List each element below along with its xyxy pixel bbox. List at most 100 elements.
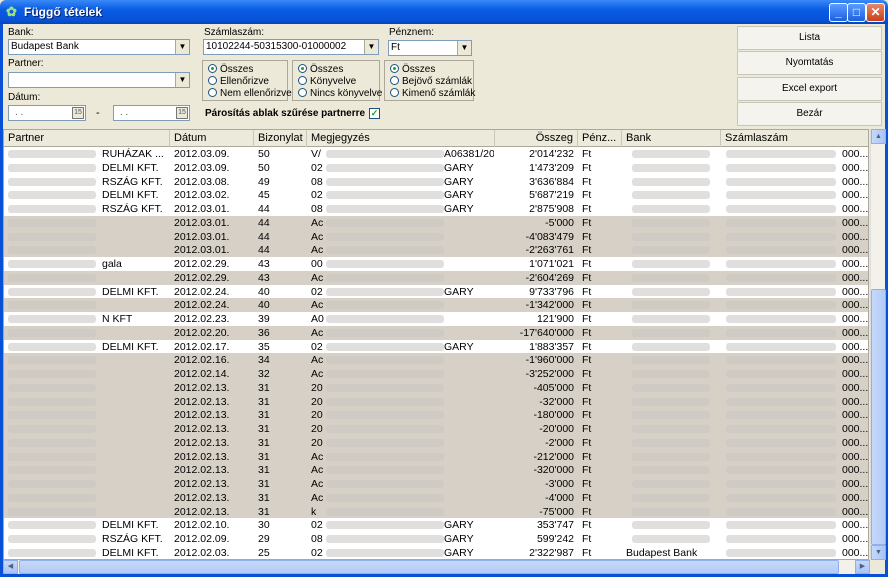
table-row[interactable]: RSZÁG KFT. 2012.03.08. 49 08 GARY 3'636'884 Ft…	[4, 175, 868, 189]
vertical-scroll-thumb[interactable]	[871, 289, 886, 545]
radio-not-verified[interactable]: Nem ellenőrizve	[208, 88, 292, 99]
column-header-amount[interactable]: Összeg	[495, 130, 578, 147]
date-from-field[interactable]: . . 15	[8, 105, 86, 121]
cell-acct_end: 000...	[842, 258, 869, 270]
close-window-button[interactable]: ✕	[866, 3, 885, 22]
table-row[interactable]: DELMI KFT. 2012.03.02. 45 02 GARY 5'687'219 Ft…	[4, 188, 868, 202]
redacted-bank	[632, 301, 710, 310]
column-header-note[interactable]: Megjegyzés	[307, 130, 495, 147]
cell-partner	[98, 408, 170, 422]
table-row[interactable]: 2012.02.29. 43 Ac -2'604'269 Ft 000...	[4, 270, 868, 285]
cell-cur: Ft	[582, 381, 592, 394]
cell-amount: -405'000	[533, 381, 574, 394]
table-row[interactable]: RSZÁG KFT. 2012.02.09. 29 08 GARY 599'242 Ft 00…	[4, 532, 868, 546]
cell-acct_end: 000...	[842, 340, 869, 353]
cell-doc: 44	[258, 203, 270, 215]
cell-partner	[98, 505, 170, 519]
table-row[interactable]: 2012.02.13. 31 Ac -212'000 Ft 000...	[4, 449, 868, 464]
redacted-note	[326, 218, 444, 227]
table-row[interactable]: DELMI KFT. 2012.02.17. 35 02 GARY 1'883'357 Ft…	[4, 340, 869, 354]
redacted-account	[726, 356, 836, 365]
cell-note_start: 02	[311, 546, 323, 559]
column-header-date[interactable]: Dátum	[170, 130, 254, 147]
calendar-icon[interactable]: 15	[72, 107, 84, 119]
table-row[interactable]: 2012.03.01. 44 Ac -5'000 Ft 000...	[4, 215, 868, 230]
radio-verified-all[interactable]: Összes	[208, 64, 253, 75]
cell-date: 2012.02.13.	[174, 464, 230, 477]
scroll-up-icon[interactable]: ▲	[871, 129, 886, 144]
chevron-down-icon[interactable]: ▼	[175, 73, 189, 87]
minimize-button[interactable]: _	[829, 3, 848, 22]
scroll-down-icon[interactable]: ▼	[871, 545, 886, 560]
column-header-bank[interactable]: Bank	[622, 130, 721, 147]
table-row[interactable]: DELMI KFT. 2012.02.10. 30 02 GARY 353'747 Ft 00…	[4, 518, 868, 532]
transactions-table[interactable]: Partner Dátum Bizonylat Megjegyzés Össze…	[3, 129, 869, 560]
date-to-field[interactable]: . . 15	[113, 105, 190, 121]
maximize-button[interactable]: □	[847, 3, 866, 22]
radio-direction-all[interactable]: Összes	[390, 64, 435, 75]
cell-cur: Ft	[582, 203, 592, 215]
table-row[interactable]: gala 2012.02.29. 43 00 1'071'021 Ft 000...	[4, 257, 869, 271]
scroll-left-icon[interactable]: ◀	[3, 560, 18, 574]
table-row[interactable]: 2012.02.13. 31 Ac -4'000 Ft 000...	[4, 490, 868, 505]
redacted-note	[326, 493, 444, 502]
excel-export-button[interactable]: Excel export	[737, 77, 882, 101]
table-row[interactable]: DELMI KFT. 2012.03.09. 50 02 GARY 1'473'209 Ft…	[4, 161, 868, 175]
redacted-account	[726, 287, 836, 296]
cell-amount: -4'000	[545, 491, 574, 504]
table-row[interactable]: DELMI KFT. 2012.02.03. 25 02 GARY 2'322'987 Ft…	[4, 546, 868, 559]
table-row[interactable]: 2012.02.13. 31 Ac -320'000 Ft 000...	[4, 463, 868, 477]
column-header-partner[interactable]: Partner	[4, 130, 170, 147]
vertical-scrollbar[interactable]: ▲ ▼	[870, 129, 886, 560]
close-button[interactable]: Bezár	[737, 102, 882, 126]
currency-select[interactable]: Ft ▼	[388, 40, 472, 56]
chevron-down-icon[interactable]: ▼	[175, 40, 189, 54]
radio-incoming[interactable]: Bejövő számlák	[390, 76, 472, 87]
table-row[interactable]: 2012.02.13. 31 20 -2'000 Ft 000...	[4, 435, 868, 450]
bank-select[interactable]: Budapest Bank ▼	[8, 39, 190, 55]
table-row[interactable]: 2012.02.13. 31 k -75'000 Ft 000...	[4, 504, 868, 519]
redacted-bank	[632, 342, 710, 351]
print-button[interactable]: Nyomtatás	[737, 51, 882, 75]
column-header-account[interactable]: Számlaszám	[721, 130, 868, 147]
table-row[interactable]: 2012.03.01. 44 Ac -2'263'761 Ft 000...	[4, 243, 868, 257]
radio-booked-all[interactable]: Összes	[298, 64, 343, 75]
cell-acct_end: 000...	[842, 148, 869, 160]
table-row[interactable]: 2012.02.13. 31 20 -180'000 Ft 000...	[4, 408, 868, 422]
cell-date: 2012.02.24.	[174, 285, 230, 298]
scroll-right-icon[interactable]: ▶	[855, 560, 870, 574]
redacted-bank	[632, 163, 710, 172]
column-header-currency[interactable]: Pénz...	[578, 130, 622, 147]
cell-note_end: A06381/20	[444, 148, 494, 160]
chevron-down-icon[interactable]: ▼	[364, 40, 378, 54]
account-select[interactable]: 10102244-50315300-01000002 ▼	[203, 39, 379, 55]
table-row[interactable]: 2012.02.16. 34 Ac -1'960'000 Ft 000...	[4, 353, 868, 367]
table-row[interactable]: N KFT 2012.02.23. 39 A0 121'900 Ft 000...	[4, 312, 868, 326]
table-row[interactable]: RSZÁG KFT. 2012.03.01. 44 08 GARY 2'875'908 Ft…	[4, 202, 868, 216]
table-row[interactable]: RUHÁZAK ... 2012.03.09. 50 V/A06381/20 2'014…	[4, 147, 869, 161]
calendar-icon[interactable]: 15	[176, 107, 188, 119]
table-row[interactable]: 2012.02.24. 40 Ac -1'342'000 Ft 000...	[4, 298, 868, 312]
table-row[interactable]: 2012.02.13. 31 Ac -3'000 Ft 000...	[4, 477, 868, 491]
table-row[interactable]: 2012.02.14. 32 Ac -3'252'000 Ft 000...	[4, 367, 868, 381]
column-header-document[interactable]: Bizonylat	[254, 130, 307, 147]
radio-booked[interactable]: Könyvelve	[298, 76, 356, 87]
radio-not-booked[interactable]: Nincs könyvelve	[298, 88, 382, 99]
invoice-direction-group: Összes Bejövő számlák Kimenő számlák	[384, 60, 475, 101]
table-row[interactable]: 2012.02.20. 36 Ac -17'640'000 Ft 000...	[4, 325, 868, 340]
horizontal-scrollbar[interactable]: ◀ ▶	[3, 560, 870, 574]
chevron-down-icon[interactable]: ▼	[457, 41, 471, 55]
horizontal-scroll-thumb[interactable]	[19, 560, 839, 574]
cell-cur: Ft	[582, 464, 592, 477]
table-row[interactable]: 2012.02.13. 31 20 -32'000 Ft 000...	[4, 394, 868, 409]
table-row[interactable]: 2012.02.13. 31 20 -405'000 Ft 000...	[4, 380, 868, 395]
partner-filter-checkbox[interactable]: ✓	[369, 108, 380, 119]
radio-verified[interactable]: Ellenőrizve	[208, 76, 269, 87]
cell-amount: 1'071'021	[529, 258, 574, 270]
table-row[interactable]: 2012.02.13. 31 20 -20'000 Ft 000...	[4, 422, 868, 436]
table-row[interactable]: 2012.03.01. 44 Ac -4'083'479 Ft 000...	[4, 229, 868, 244]
table-row[interactable]: DELMI KFT. 2012.02.24. 40 02 GARY 9'733'796 Ft…	[4, 285, 868, 299]
list-button[interactable]: Lista	[737, 26, 882, 50]
radio-outgoing[interactable]: Kimenő számlák	[390, 88, 475, 99]
partner-select[interactable]: ▼	[8, 72, 190, 88]
